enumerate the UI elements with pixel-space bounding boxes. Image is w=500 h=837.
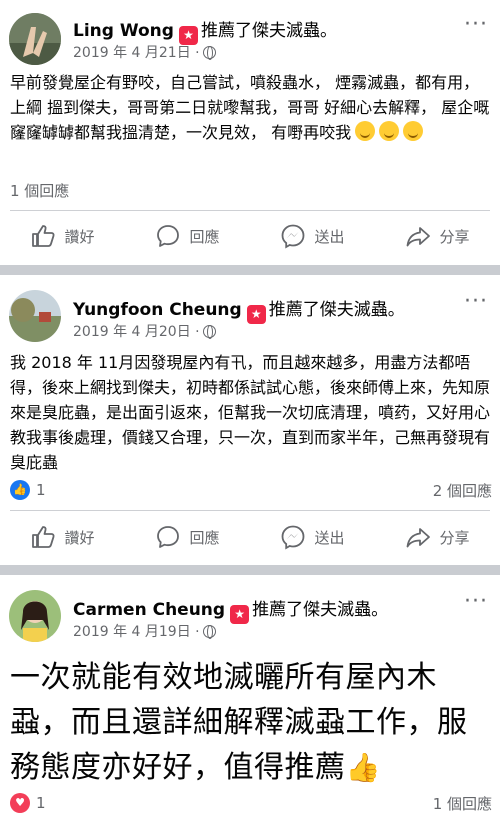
post-date[interactable]: 2019 年 4 月21日 · bbox=[73, 45, 200, 61]
author-name[interactable]: Carmen Cheung bbox=[73, 600, 225, 620]
post-header: Ling Wong ★ 推薦了傑夫滅蟲。 bbox=[73, 16, 337, 45]
post-meta: 2019 年 4 月20日 · bbox=[73, 321, 216, 341]
reaction-count[interactable]: 1 bbox=[36, 794, 46, 812]
recommend-star-icon: ★ bbox=[246, 305, 266, 324]
comment-label: 回應 bbox=[189, 227, 220, 246]
post-body-text: 我 2018 年 11月因發現屋內有卂，而且越來越多，用盡方法都唔得，後來上網找… bbox=[10, 353, 491, 472]
share-button[interactable]: 分享 bbox=[375, 216, 500, 256]
smiling-face-emoji bbox=[403, 121, 424, 141]
comment-button[interactable]: 回應 bbox=[125, 517, 250, 557]
post-body: 一次就能有效地滅曬所有屋內木蝨，而且還詳細解釋滅蝨工作，服務態度亦好好，值得推薦… bbox=[10, 655, 494, 790]
comment-bubble-icon bbox=[157, 526, 180, 548]
share-button[interactable]: 分享 bbox=[375, 517, 500, 557]
post-date[interactable]: 2019 年 4 月19日 · bbox=[73, 624, 200, 640]
avatar-image bbox=[9, 13, 61, 65]
more-options-icon[interactable]: ··· bbox=[464, 12, 488, 37]
reaction-count[interactable]: 1 bbox=[36, 481, 46, 499]
post-separator bbox=[0, 265, 500, 275]
divider bbox=[10, 210, 490, 211]
avatar-image bbox=[9, 590, 61, 642]
send-button[interactable]: 送出 bbox=[250, 517, 375, 557]
recommend-star-icon: ★ bbox=[230, 605, 250, 624]
thumbs-up-emoji: 👍 bbox=[345, 751, 381, 784]
comment-label: 回應 bbox=[189, 528, 220, 547]
comment-bubble-icon bbox=[157, 225, 180, 247]
post-actions: 讚好 回應 送出 分享 bbox=[0, 517, 500, 557]
post-header: Carmen Cheung ★ 推薦了傑夫滅蟲。 bbox=[73, 595, 388, 624]
avatar-image bbox=[9, 290, 61, 342]
love-reaction-icon[interactable]: ♥ bbox=[10, 793, 30, 813]
share-arrow-icon bbox=[407, 227, 431, 247]
post-header: Yungfoon Cheung ★ 推薦了傑夫滅蟲。 bbox=[73, 295, 405, 324]
like-label: 讚好 bbox=[64, 227, 95, 246]
recommend-text[interactable]: 推薦了傑夫滅蟲。 bbox=[201, 21, 337, 41]
like-reaction-icon[interactable]: 👍 bbox=[10, 480, 30, 500]
share-arrow-icon bbox=[407, 528, 431, 548]
send-label: 送出 bbox=[314, 528, 345, 547]
globe-icon bbox=[202, 625, 216, 639]
share-label: 分享 bbox=[439, 528, 470, 547]
post-ling-wong: Ling Wong ★ 推薦了傑夫滅蟲。 2019 年 4 月21日 · ··· 早… bbox=[0, 0, 500, 265]
avatar[interactable] bbox=[9, 290, 61, 342]
messenger-icon bbox=[282, 525, 305, 550]
author-name[interactable]: Ling Wong bbox=[73, 21, 174, 41]
like-button[interactable]: 讚好 bbox=[0, 216, 125, 256]
smiling-face-emoji bbox=[379, 121, 400, 141]
thumbs-up-icon bbox=[32, 526, 56, 548]
more-options-icon[interactable]: ··· bbox=[464, 289, 488, 314]
like-button[interactable]: 讚好 bbox=[0, 517, 125, 557]
avatar[interactable] bbox=[9, 590, 61, 642]
author-name[interactable]: Yungfoon Cheung bbox=[73, 300, 242, 320]
post-stats: 1 個回應 bbox=[10, 180, 492, 204]
post-actions: 讚好 回應 送出 分享 bbox=[0, 216, 500, 256]
comment-count[interactable]: 1 個回應 bbox=[433, 795, 492, 813]
post-body: 我 2018 年 11月因發現屋內有卂，而且越來越多，用盡方法都唔得，後來上網找… bbox=[10, 350, 494, 475]
post-stats: 👍 1 2 個回應 bbox=[10, 480, 492, 504]
send-button[interactable]: 送出 bbox=[250, 216, 375, 256]
post-meta: 2019 年 4 月21日 · bbox=[73, 42, 216, 62]
post-meta: 2019 年 4 月19日 · bbox=[73, 621, 216, 641]
recommend-text[interactable]: 推薦了傑夫滅蟲。 bbox=[269, 300, 405, 320]
like-label: 讚好 bbox=[64, 528, 95, 547]
smiling-face-emoji bbox=[355, 121, 376, 141]
divider bbox=[10, 510, 490, 511]
post-body: 早前發覺屋企有野咬，自己嘗試，噴殺蟲水， 煙霧滅蟲，都有用，上綱 搵到傑夫，哥哥… bbox=[10, 70, 494, 145]
thumbs-up-icon bbox=[32, 225, 56, 247]
globe-icon bbox=[202, 325, 216, 339]
avatar[interactable] bbox=[9, 13, 61, 65]
post-carmen-cheung: Carmen Cheung ★ 推薦了傑夫滅蟲。 2019 年 4 月19日 · ·… bbox=[0, 575, 500, 837]
post-body-text: 一次就能有效地滅曬所有屋內木蝨，而且還詳細解釋滅蝨工作，服務態度亦好好，值得推薦 bbox=[10, 660, 468, 785]
share-label: 分享 bbox=[439, 227, 470, 246]
post-stats: ♥ 1 1 個回應 bbox=[10, 793, 492, 817]
messenger-icon bbox=[282, 224, 305, 249]
post-separator bbox=[0, 565, 500, 575]
comment-count[interactable]: 1 個回應 bbox=[10, 180, 69, 201]
send-label: 送出 bbox=[314, 227, 345, 246]
post-yungfoon-cheung: Yungfoon Cheung ★ 推薦了傑夫滅蟲。 2019 年 4 月20日 ·… bbox=[0, 275, 500, 565]
post-date[interactable]: 2019 年 4 月20日 · bbox=[73, 324, 200, 340]
more-options-icon[interactable]: ··· bbox=[464, 589, 488, 614]
globe-icon bbox=[202, 46, 216, 60]
recommend-text[interactable]: 推薦了傑夫滅蟲。 bbox=[252, 600, 388, 620]
comment-button[interactable]: 回應 bbox=[125, 216, 250, 256]
comment-count[interactable]: 2 個回應 bbox=[433, 482, 492, 500]
